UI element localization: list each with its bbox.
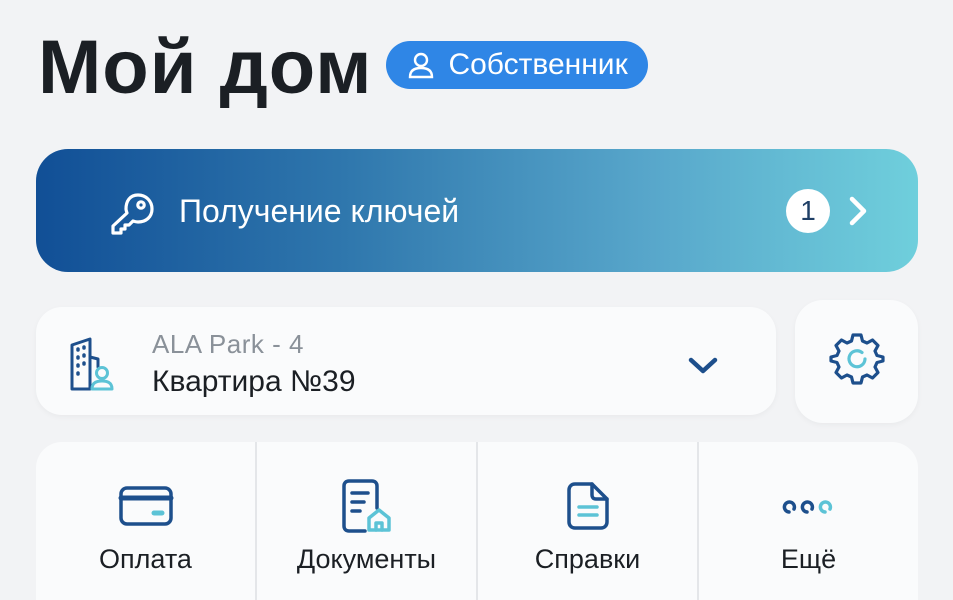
gear-icon (828, 331, 885, 392)
apartment-name: Квартира №39 (152, 365, 356, 398)
payment-action[interactable]: Оплата (36, 442, 255, 600)
more-label: Ещё (780, 544, 837, 574)
keys-count-badge: 1 (786, 189, 830, 233)
page-title: Мой дом (38, 25, 373, 110)
role-badge-label: Собственник (448, 48, 628, 81)
more-icon (781, 478, 837, 534)
payment-label: Оплата (99, 544, 192, 574)
apartment-selector[interactable]: ALA Park - 4 Квартира №39 (36, 307, 776, 415)
certificates-action[interactable]: Справки (476, 442, 697, 600)
certificates-label: Справки (534, 544, 641, 574)
chevron-right-icon (846, 193, 870, 229)
key-icon (108, 189, 158, 239)
keys-banner[interactable]: Получение ключей 1 (36, 149, 918, 272)
documents-action[interactable]: Документы (255, 442, 476, 600)
document-home-icon (341, 478, 393, 534)
documents-label: Документы (296, 544, 437, 574)
more-action[interactable]: Ещё (697, 442, 918, 600)
chevron-down-icon (686, 355, 720, 377)
certificate-icon (566, 478, 610, 534)
quick-actions: Оплата Документы Справки Ещё (36, 442, 918, 600)
complex-name: ALA Park - 4 (152, 329, 304, 359)
settings-button[interactable] (795, 300, 918, 423)
card-icon (118, 478, 174, 534)
role-badge[interactable]: Собственник (386, 41, 648, 89)
keys-banner-label: Получение ключей (179, 193, 460, 229)
header: Мой дом Собственник (38, 28, 648, 108)
user-icon (406, 50, 436, 80)
building-user-icon (68, 337, 118, 393)
